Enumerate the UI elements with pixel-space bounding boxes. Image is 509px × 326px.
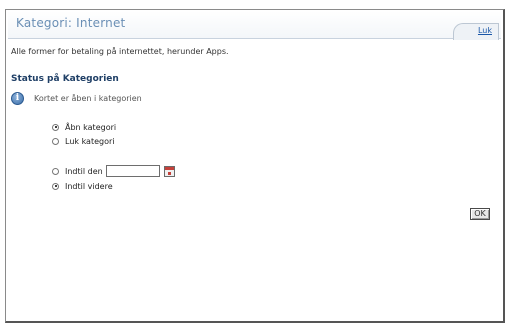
radio-open-category[interactable]: Åbn kategori <box>52 121 116 133</box>
info-icon: i <box>11 91 24 105</box>
radio-label: Luk kategori <box>65 136 115 146</box>
status-info-row: i Kortet er åben i kategorien <box>11 91 142 105</box>
radio-button[interactable] <box>52 182 59 190</box>
calendar-icon[interactable] <box>163 165 175 177</box>
radio-close-category[interactable]: Luk kategori <box>52 135 115 147</box>
dialog-title: Kategori: Internet <box>16 16 126 30</box>
close-link[interactable]: Luk <box>478 26 492 35</box>
date-input[interactable] <box>105 165 160 177</box>
status-heading: Status på Kategorien <box>11 74 119 84</box>
radio-button[interactable] <box>52 137 59 145</box>
radio-until-date[interactable]: Indtil den <box>52 165 175 177</box>
radio-button[interactable] <box>52 123 59 131</box>
status-info-text: Kortet er åben i kategorien <box>34 93 142 103</box>
category-description: Alle former for betaling på internettet,… <box>11 47 229 56</box>
ok-button[interactable]: OK <box>470 208 490 220</box>
radio-until-further[interactable]: Indtil videre <box>52 180 113 192</box>
radio-label: Indtil videre <box>65 181 113 191</box>
close-tab: Luk <box>453 23 499 40</box>
radio-label: Indtil den <box>65 166 103 176</box>
radio-button[interactable] <box>52 167 59 175</box>
radio-label: Åbn kategori <box>65 122 117 132</box>
dialog-header: Kategori: Internet Luk <box>8 11 501 40</box>
